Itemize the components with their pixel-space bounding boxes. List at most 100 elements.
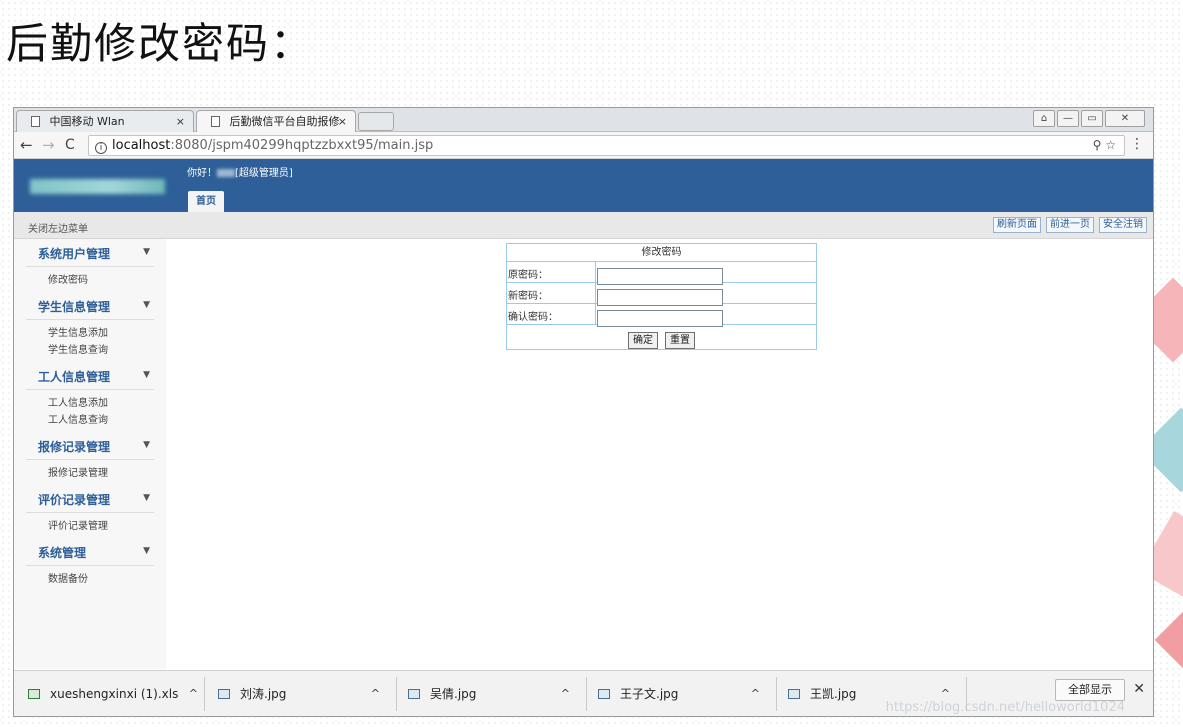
tab-close-icon[interactable]: × — [176, 111, 185, 132]
image-file-icon — [218, 689, 230, 699]
close-icon[interactable]: ✕ — [1133, 681, 1145, 697]
menu-group-repairs: 报修记录管理 ▼ 报修记录管理 — [14, 432, 166, 485]
forward-arrow-icon[interactable]: → — [42, 136, 55, 154]
tab-strip: 中国移动 Wlan × 后勤微信平台自助报修系 × ⌂ — ▭ ✕ — [14, 108, 1153, 132]
sub-bar: 关闭左边菜单 刷新页面 前进一页 安全注销 — [14, 212, 1153, 239]
menu-group-reviews: 评价记录管理 ▼ 评价记录管理 — [14, 485, 166, 538]
menu-title[interactable]: 系统用户管理 ▼ — [26, 243, 154, 267]
chevron-down-icon: ▼ — [143, 370, 150, 380]
close-icon[interactable]: ✕ — [1105, 110, 1145, 127]
browser-window: 中国移动 Wlan × 后勤微信平台自助报修系 × ⌂ — ▭ ✕ ← → C … — [13, 107, 1154, 717]
download-filename: 王子文.jpg — [620, 687, 679, 701]
divider — [396, 677, 397, 711]
show-all-downloads-button[interactable]: 全部显示 — [1055, 679, 1125, 701]
chevron-up-icon[interactable]: ^ — [751, 683, 760, 705]
browser-toolbar: ← → C i localhost:8080/jspm40299hqptzzbxx… — [14, 132, 1153, 159]
sidebar-item-student-add[interactable]: 学生信息添加 — [48, 325, 154, 342]
back-arrow-icon[interactable]: ← — [20, 136, 33, 154]
menu-title[interactable]: 系统管理 ▼ — [26, 542, 154, 566]
forward-page-button[interactable]: 前进一页 — [1046, 217, 1094, 233]
form-row-new-password: 新密码： — [507, 283, 816, 306]
logo — [30, 179, 165, 194]
sidebar-item-change-password[interactable]: 修改密码 — [48, 272, 154, 289]
menu-title[interactable]: 评价记录管理 ▼ — [26, 489, 154, 513]
menu-group-workers: 工人信息管理 ▼ 工人信息添加 工人信息查询 — [14, 362, 166, 432]
download-filename: 吴倩.jpg — [430, 687, 477, 701]
greeting-prefix: 你好！ — [187, 168, 217, 179]
menu-group-system: 系统管理 ▼ 数据备份 — [14, 538, 166, 591]
reset-button[interactable]: 重置 — [665, 332, 696, 349]
divider — [204, 677, 205, 711]
chevron-up-icon[interactable]: ^ — [561, 683, 570, 705]
chevron-up-icon[interactable]: ^ — [371, 683, 380, 705]
tab-title: 中国移动 Wlan — [49, 115, 125, 128]
sidebar-item-review-records[interactable]: 评价记录管理 — [48, 518, 154, 535]
sidebar-item-worker-query[interactable]: 工人信息查询 — [48, 412, 154, 429]
download-item[interactable]: 吴倩.jpg ^ — [408, 683, 570, 705]
download-filename: xueshengxinxi (1).xls — [50, 687, 179, 701]
download-item[interactable]: 王子文.jpg ^ — [598, 683, 760, 705]
downloads-bar: xueshengxinxi (1).xls ^ 刘涛.jpg ^ 吴倩.jpg … — [14, 670, 1153, 716]
bookmark-star-icon[interactable]: ⚲ ☆ — [1093, 136, 1116, 155]
menu-icon[interactable]: ⋮ — [1130, 136, 1144, 152]
tab-close-icon[interactable]: × — [338, 111, 347, 132]
form-row-old-password: 原密码： — [507, 262, 816, 285]
refresh-page-button[interactable]: 刷新页面 — [993, 217, 1041, 233]
download-item[interactable]: xueshengxinxi (1).xls ^ — [28, 683, 198, 705]
new-tab-button[interactable] — [358, 112, 394, 131]
content-area: 系统用户管理 ▼ 修改密码 学生信息管理 ▼ 学生信息添加 学生信息查询 工人信息管… — [14, 239, 1153, 669]
spreadsheet-file-icon — [28, 689, 40, 699]
menu-group-users: 系统用户管理 ▼ 修改密码 — [14, 239, 166, 292]
confirm-password-field[interactable] — [597, 310, 723, 327]
sidebar-item-data-backup[interactable]: 数据备份 — [48, 571, 154, 588]
download-item[interactable]: 刘涛.jpg ^ — [218, 683, 380, 705]
image-file-icon — [788, 689, 800, 699]
minimize-icon[interactable]: — — [1057, 110, 1079, 127]
reload-icon[interactable]: C — [65, 136, 75, 154]
page-actions: 刷新页面 前进一页 安全注销 — [993, 217, 1147, 233]
old-password-label: 原密码： — [508, 270, 548, 281]
page-icon — [211, 116, 220, 127]
chevron-down-icon: ▼ — [143, 300, 150, 310]
divider — [776, 677, 777, 711]
sidebar: 系统用户管理 ▼ 修改密码 学生信息管理 ▼ 学生信息添加 学生信息查询 工人信息管… — [14, 239, 166, 669]
logout-button[interactable]: 安全注销 — [1099, 217, 1147, 233]
menu-title[interactable]: 工人信息管理 ▼ — [26, 366, 154, 390]
tab-title: 后勤微信平台自助报修系 — [229, 115, 340, 128]
greeting-role: [超级管理员] — [235, 168, 293, 179]
sidebar-item-worker-add[interactable]: 工人信息添加 — [48, 395, 154, 412]
address-bar[interactable]: i localhost:8080/jspm40299hqptzzbxxt95/ma… — [88, 135, 1125, 156]
tab-active[interactable]: 后勤微信平台自助报修系 × — [196, 110, 356, 132]
greeting: 你好！ [超级管理员] — [187, 164, 293, 179]
toggle-sidebar-link[interactable]: 关闭左边菜单 — [28, 220, 88, 235]
menu-title[interactable]: 报修记录管理 ▼ — [26, 436, 154, 460]
page-icon — [31, 116, 40, 127]
divider — [586, 677, 587, 711]
info-icon[interactable]: i — [95, 142, 107, 154]
chevron-up-icon[interactable]: ^ — [189, 683, 198, 705]
chevron-down-icon: ▼ — [143, 247, 150, 257]
chevron-down-icon: ▼ — [143, 546, 150, 556]
tab-wlan[interactable]: 中国移动 Wlan × — [16, 110, 194, 132]
change-password-form: 修改密码 原密码： 新密码： 确认密码： 确定 重置 — [506, 243, 817, 350]
form-title: 修改密码 — [507, 244, 816, 262]
form-row-confirm-password: 确认密码： — [507, 304, 816, 327]
sidebar-item-student-query[interactable]: 学生信息查询 — [48, 342, 154, 359]
url-path: :8080/jspm40299hqptzzbxxt95/main.jsp — [170, 138, 434, 153]
submit-button[interactable]: 确定 — [627, 332, 658, 349]
user-icon[interactable]: ⌂ — [1033, 110, 1055, 127]
slide-title: 后勤修改密码： — [6, 19, 315, 68]
chevron-down-icon: ▼ — [143, 493, 150, 503]
image-file-icon — [408, 689, 420, 699]
menu-group-students: 学生信息管理 ▼ 学生信息添加 学生信息查询 — [14, 292, 166, 362]
download-filename: 刘涛.jpg — [240, 687, 287, 701]
tab-home[interactable]: 首页 — [188, 191, 224, 212]
sidebar-item-repair-records[interactable]: 报修记录管理 — [48, 465, 154, 482]
menu-title[interactable]: 学生信息管理 ▼ — [26, 296, 154, 320]
download-filename: 王凯.jpg — [810, 687, 857, 701]
decorative-shape — [1154, 611, 1183, 669]
confirm-password-label: 确认密码： — [508, 312, 558, 323]
app-header: 你好！ [超级管理员] 首页 — [14, 159, 1153, 212]
watermark: https://blog.csdn.net/helloworld1024 — [885, 700, 1125, 715]
maximize-icon[interactable]: ▭ — [1081, 110, 1103, 127]
